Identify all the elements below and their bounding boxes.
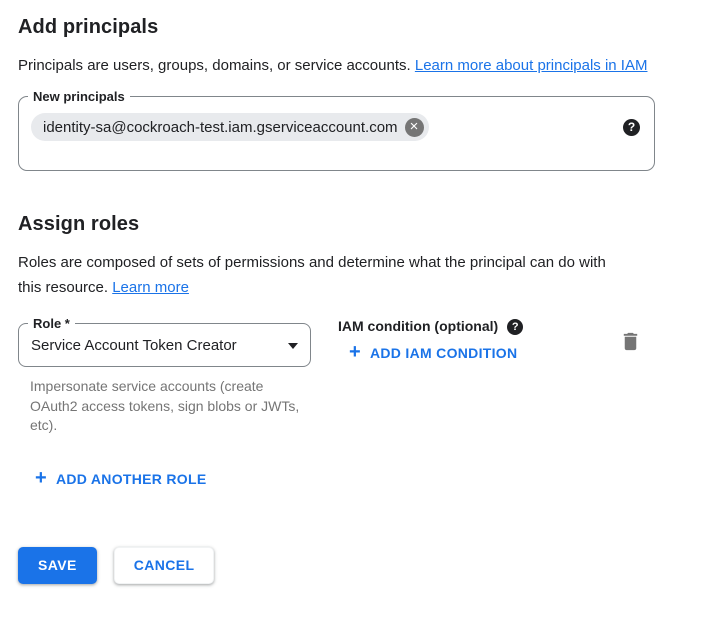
roles-description-text: Roles are composed of sets of permission…: [18, 254, 606, 296]
remove-principal-icon[interactable]: ×: [405, 118, 424, 137]
role-select[interactable]: Role * Service Account Token Creator: [18, 323, 311, 367]
add-iam-condition-button[interactable]: + ADD IAM CONDITION: [349, 345, 517, 361]
learn-more-principals-link[interactable]: Learn more about principals in IAM: [415, 57, 648, 74]
plus-icon: +: [349, 345, 361, 359]
add-another-role-label: ADD ANOTHER ROLE: [56, 471, 207, 487]
learn-more-roles-link[interactable]: Learn more: [112, 279, 189, 296]
principal-chip: identity-sa@cockroach-test.iam.gservicea…: [31, 113, 429, 141]
new-principals-label: New principals: [28, 89, 130, 105]
dialog-footer: SAVE CANCEL: [18, 547, 693, 584]
save-button[interactable]: SAVE: [18, 547, 97, 584]
dropdown-arrow-icon: [288, 343, 298, 349]
iam-condition-label: IAM condition (optional): [338, 318, 498, 335]
cancel-button[interactable]: CANCEL: [114, 547, 215, 584]
add-iam-condition-label: ADD IAM CONDITION: [370, 345, 517, 361]
new-principals-field[interactable]: New principals identity-sa@cockroach-tes…: [18, 96, 655, 171]
add-principals-panel: Add principals Principals are users, gro…: [0, 0, 713, 629]
principals-description: Principals are users, groups, domains, o…: [18, 53, 673, 78]
principals-description-text: Principals are users, groups, domains, o…: [18, 57, 411, 74]
delete-role-button[interactable]: [619, 330, 642, 353]
help-icon[interactable]: ?: [623, 119, 640, 136]
page-title: Add principals: [18, 14, 693, 40]
trash-icon: [619, 330, 642, 353]
role-helper-text: Impersonate service accounts (create OAu…: [30, 377, 302, 436]
plus-icon: +: [35, 471, 47, 485]
role-column: Role * Service Account Token Creator Imp…: [18, 323, 311, 436]
help-icon[interactable]: ?: [507, 319, 523, 335]
assign-roles-title: Assign roles: [18, 211, 693, 237]
delete-role-column: [619, 323, 642, 358]
iam-condition-column: IAM condition (optional) ? + ADD IAM CON…: [338, 318, 523, 364]
iam-condition-label-row: IAM condition (optional) ?: [338, 318, 523, 335]
role-label: Role *: [28, 316, 75, 332]
role-selected-value: Service Account Token Creator: [31, 337, 237, 354]
add-another-role-row: + ADD ANOTHER ROLE: [35, 471, 693, 490]
add-another-role-button[interactable]: + ADD ANOTHER ROLE: [35, 471, 207, 487]
roles-description: Roles are composed of sets of permission…: [18, 250, 626, 300]
role-assignment-row: Role * Service Account Token Creator Imp…: [18, 323, 693, 436]
principal-chip-text: identity-sa@cockroach-test.iam.gservicea…: [43, 119, 398, 136]
